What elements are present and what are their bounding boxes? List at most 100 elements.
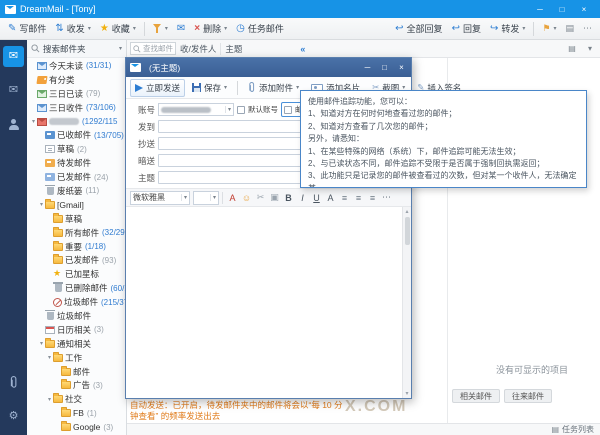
minimize-button[interactable]: ─	[529, 0, 551, 18]
mail-icon: ✉	[9, 51, 18, 62]
scroll-thumb[interactable]	[405, 217, 410, 245]
folder-item[interactable]: 已删除邮件(60/159	[27, 281, 126, 295]
task-list-button[interactable]: 任务列表	[562, 424, 594, 435]
folder-item[interactable]: 今天未读(31/31)	[27, 59, 126, 73]
folder-item[interactable]: 已发邮件(93)	[27, 253, 126, 267]
font-size-button[interactable]: A	[324, 191, 337, 205]
folder-item[interactable]: FB(1)	[27, 406, 126, 420]
align-left-button[interactable]: ≡	[338, 191, 351, 205]
rail-inbox-tab[interactable]: ✉	[3, 80, 24, 101]
column-sender[interactable]: 收/发件人	[180, 43, 216, 55]
cut-icon[interactable]: ✂	[254, 191, 267, 205]
align-center-button[interactable]: ≡	[352, 191, 365, 205]
expand-caret-icon[interactable]: ▾	[38, 201, 45, 208]
folder-label: 已加星标	[65, 268, 99, 280]
maximize-button[interactable]: □	[551, 0, 573, 18]
expand-caret-icon[interactable]: ▾	[38, 340, 45, 347]
filter-button[interactable]: ▾	[149, 22, 172, 36]
folder-item[interactable]: Google(3)	[27, 420, 126, 434]
folder-item[interactable]: 邮件	[27, 365, 126, 379]
folder-item[interactable]: 废纸篓(11)	[27, 184, 126, 198]
expand-caret-icon[interactable]: ▾	[46, 354, 53, 361]
italic-button[interactable]: I	[296, 191, 309, 205]
mail-tracking-checkbox[interactable]	[284, 106, 292, 114]
folder-item[interactable]: ▾(1292/115	[27, 115, 126, 129]
folder-item[interactable]: 已收邮件(13/705)	[27, 128, 126, 142]
search-icon	[133, 45, 141, 53]
mark-read-button[interactable]: ✉	[173, 22, 189, 36]
column-subject[interactable]: 主题	[225, 43, 242, 55]
folder-item[interactable]: 已发邮件(24)	[27, 170, 126, 184]
reading-pane-tab[interactable]: 往来邮件	[504, 389, 552, 403]
task-mail-button[interactable]: ◷ 任务邮件	[232, 20, 288, 37]
folder-item[interactable]: 三日收件(73/106)	[27, 101, 126, 115]
reply-button[interactable]: ↩ 回复	[448, 20, 485, 37]
expand-caret-icon[interactable]: ▾	[46, 396, 53, 403]
list-button[interactable]: ≡	[366, 191, 379, 205]
default-account-checkbox[interactable]	[237, 106, 245, 114]
view-mode-button[interactable]: ▤	[565, 44, 579, 53]
minimize-button[interactable]: ─	[359, 58, 376, 77]
folder-item[interactable]: 日历相关(3)	[27, 323, 126, 337]
account-select[interactable]: ▾	[158, 103, 234, 116]
font-family-select[interactable]: 微软雅黑 ▾	[130, 191, 190, 205]
close-button[interactable]: ×	[573, 0, 595, 18]
folder-item[interactable]: ▾[Gmail]	[27, 198, 126, 212]
folder-item[interactable]: ▾工作	[27, 351, 126, 365]
column-divider[interactable]	[220, 43, 221, 55]
send-receive-button[interactable]: ⇅ 收发 ▾	[51, 20, 94, 37]
emoticon-icon[interactable]: ☺	[240, 191, 253, 205]
rail-settings-tab[interactable]: ⚙	[3, 406, 24, 427]
rail-mail-tab[interactable]: ✉	[3, 46, 24, 67]
delete-button[interactable]: × 删除 ▾	[190, 20, 231, 37]
scroll-up-icon[interactable]: ▴	[405, 208, 408, 215]
rail-attachments-tab[interactable]	[3, 372, 24, 393]
auto-send-notice: 自动发送：已开启，待发邮件夹中的邮件将会以“每 10 分钟查看” 的频率发送出去	[130, 400, 344, 422]
view-button[interactable]: ▤	[561, 22, 578, 35]
folder-item[interactable]: 草稿	[27, 212, 126, 226]
save-icon	[192, 83, 201, 92]
message-body-editor[interactable]: ▴ ▾	[126, 207, 411, 398]
folder-item[interactable]: ▾通知相关	[27, 337, 126, 351]
search-mail-input[interactable]: 查找邮件	[130, 42, 176, 55]
folder-item[interactable]: 重要(1/18)	[27, 240, 126, 254]
maximize-button[interactable]: □	[376, 58, 393, 77]
font-size-select[interactable]: ▾	[193, 191, 219, 205]
folder-item[interactable]: 所有邮件(32/296)	[27, 226, 126, 240]
expand-caret-icon[interactable]: ▾	[30, 118, 37, 125]
collapse-pane-button[interactable]: «	[300, 44, 305, 54]
forward-button[interactable]: ↪ 转发 ▾	[486, 20, 529, 37]
more-tools-button[interactable]: ⋯	[579, 22, 596, 35]
add-attachment-button[interactable]: 添加附件 ▾	[243, 79, 304, 97]
folder-item[interactable]: ▾社交	[27, 392, 126, 406]
send-now-button[interactable]: 立即发送	[130, 79, 185, 97]
folder-item[interactable]: 有分类	[27, 73, 126, 87]
folder-count: (24)	[94, 173, 108, 182]
paste-icon[interactable]: ▣	[268, 191, 281, 205]
body-scrollbar[interactable]: ▴ ▾	[402, 207, 411, 398]
folder-item[interactable]: 广告(3)	[27, 378, 126, 392]
favorites-button[interactable]: ★ 收藏 ▾	[96, 20, 140, 37]
save-button[interactable]: 保存 ▾	[187, 79, 232, 97]
write-mail-button[interactable]: ✎ 写邮件	[4, 20, 50, 37]
close-button[interactable]: ×	[393, 58, 410, 77]
folder-item[interactable]: 三日已读(79)	[27, 87, 126, 101]
folder-item[interactable]: 垃圾邮件	[27, 309, 126, 323]
more-format-button[interactable]: ⋯	[380, 191, 393, 205]
reply-all-button[interactable]: ↩ 全部回复	[391, 20, 446, 37]
folder-item[interactable]: 草稿(2)	[27, 142, 126, 156]
sort-button[interactable]: ▾	[583, 44, 597, 53]
star-icon	[53, 270, 63, 278]
font-color-icon[interactable]: A	[226, 191, 239, 205]
search-folders-header[interactable]: 搜索邮件夹 ▾	[27, 40, 126, 58]
reading-pane-tab[interactable]: 相关邮件	[452, 389, 500, 403]
folder-item[interactable]: 垃圾邮件(215/377)	[27, 295, 126, 309]
rail-contacts-tab[interactable]	[3, 114, 24, 135]
folder-item[interactable]: 待发邮件	[27, 156, 126, 170]
bold-button[interactable]: B	[282, 191, 295, 205]
underline-button[interactable]: U	[310, 191, 323, 205]
folder-label: 垃圾邮件	[57, 310, 91, 322]
folder-item[interactable]: 已加星标	[27, 267, 126, 281]
scroll-down-icon[interactable]: ▾	[405, 390, 408, 397]
flag-button[interactable]: ⚑ ▾	[538, 22, 560, 35]
